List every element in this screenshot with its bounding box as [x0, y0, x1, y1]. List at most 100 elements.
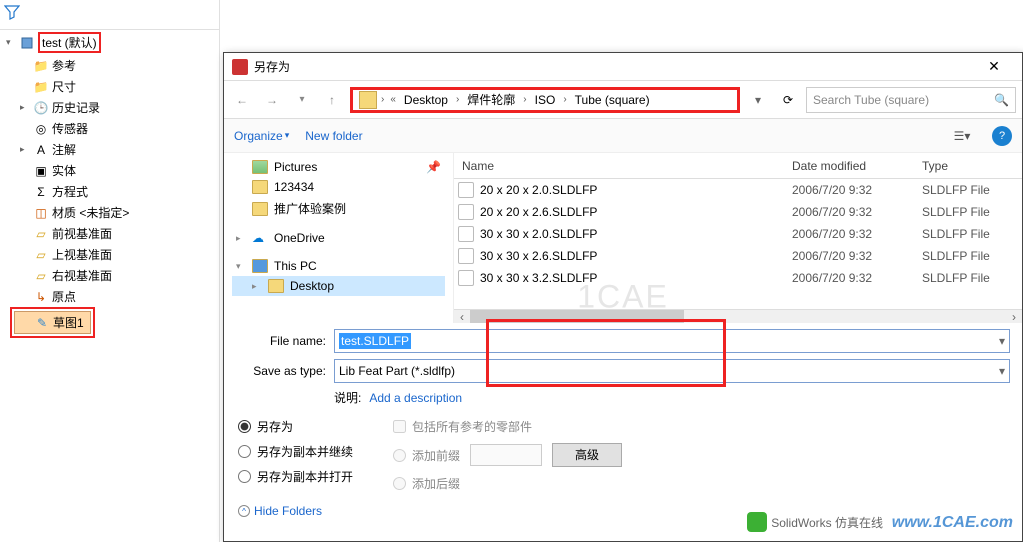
file-row[interactable]: 30 x 30 x 2.6.SLDLFP2006/7/20 9:32SLDLFP… — [454, 245, 1022, 267]
view-options-button[interactable]: ☰▾ — [948, 124, 976, 148]
file-name-input[interactable]: test.SLDLFP ▾ — [334, 329, 1010, 353]
folder-icon — [359, 91, 377, 109]
tree-item[interactable]: ▸A注解 — [14, 139, 219, 160]
tree-item[interactable]: ◎传感器 — [14, 118, 219, 139]
plane-icon: ▱ — [34, 248, 48, 262]
new-folder-button[interactable]: New folder — [305, 129, 362, 143]
nav-item[interactable]: ▸☁OneDrive — [232, 228, 445, 248]
collapse-icon[interactable]: ▾ — [236, 261, 246, 272]
dropdown-icon[interactable]: ▾ — [999, 334, 1005, 348]
tree-item[interactable]: ↳原点 — [14, 286, 219, 307]
nav-item[interactable]: 123434 — [232, 177, 445, 197]
dialog-toolbar: Organize ▾ New folder ☰▾ ? — [224, 119, 1022, 153]
organize-button[interactable]: Organize ▾ — [234, 129, 289, 143]
scroll-thumb[interactable] — [470, 310, 684, 323]
pin-icon: 📌 — [426, 160, 441, 174]
expand-icon[interactable]: ▸ — [20, 144, 30, 155]
radio-save-as[interactable]: 另存为 — [238, 418, 353, 435]
tree-item[interactable]: ▸🕒历史记录 — [14, 97, 219, 118]
annotation-icon: A — [34, 143, 48, 157]
file-row[interactable]: 20 x 20 x 2.6.SLDLFP2006/7/20 9:32SLDLFP… — [454, 201, 1022, 223]
radio-add-prefix[interactable]: 添加前缀 — [393, 447, 460, 464]
file-icon — [458, 182, 474, 198]
file-icon — [458, 248, 474, 264]
folder-icon: 📁 — [34, 80, 48, 94]
breadcrumb-bar[interactable]: › « Desktop › 焊件轮廓 › ISO › Tube (square) — [350, 87, 740, 113]
breadcrumb-item[interactable]: Desktop — [400, 91, 452, 109]
up-button[interactable]: ↑ — [320, 88, 344, 112]
tree-item[interactable]: ▱前视基准面 — [14, 223, 219, 244]
tree-item[interactable]: Σ方程式 — [14, 181, 219, 202]
nav-item[interactable]: Pictures📌 — [232, 157, 445, 177]
back-button[interactable]: ← — [230, 88, 254, 112]
file-row[interactable]: 20 x 20 x 2.0.SLDLFP2006/7/20 9:32SLDLFP… — [454, 179, 1022, 201]
page-watermark-2: SolidWorks 仿真在线 — [747, 512, 883, 532]
tree-item[interactable]: ▱上视基准面 — [14, 244, 219, 265]
close-button[interactable]: ✕ — [974, 58, 1014, 75]
chevron-up-icon: ^ — [238, 505, 250, 517]
column-date[interactable]: Date modified — [792, 159, 922, 173]
search-input[interactable]: Search Tube (square) 🔍 — [806, 87, 1016, 113]
sensor-icon: ◎ — [34, 122, 48, 136]
pictures-icon — [252, 160, 268, 174]
feature-tree-panel: ▾ test (默认) 📁参考 📁尺寸 ▸🕒历史记录 ◎传感器 ▸A注解 ▣实体… — [0, 0, 220, 542]
breadcrumb-item[interactable]: ISO — [531, 91, 560, 109]
help-button[interactable]: ? — [992, 126, 1012, 146]
column-name[interactable]: Name — [454, 159, 792, 173]
expand-icon[interactable]: ▸ — [252, 281, 262, 292]
tree-item-sketch[interactable]: ✎草图1 — [14, 311, 91, 334]
advanced-button[interactable]: 高级 — [552, 443, 622, 467]
app-icon — [232, 59, 248, 75]
refresh-button[interactable]: ⟳ — [776, 93, 800, 107]
dropdown-icon[interactable]: ▾ — [999, 364, 1005, 378]
tree-item[interactable]: ▱右视基准面 — [14, 265, 219, 286]
radio-save-copy-open[interactable]: 另存为副本并打开 — [238, 468, 353, 485]
folder-icon: 📁 — [34, 59, 48, 73]
recent-button[interactable]: ▾ — [290, 88, 314, 112]
prefix-input[interactable] — [470, 444, 542, 466]
dialog-form: File name: test.SLDLFP ▾ Save as type: L… — [224, 323, 1022, 412]
breadcrumb-item[interactable]: Tube (square) — [571, 91, 654, 109]
scrollbar[interactable]: ‹ › — [454, 309, 1022, 323]
tree-header — [0, 0, 219, 30]
hide-folders-button[interactable]: ^ Hide Folders — [238, 504, 322, 518]
column-type[interactable]: Type — [922, 159, 1022, 173]
material-icon: ◫ — [34, 206, 48, 220]
tree-item[interactable]: ◫材质 <未指定> — [14, 202, 219, 223]
dialog-body: 1CAE Pictures📌 123434 推广体验案例 ▸☁OneDrive … — [224, 153, 1022, 323]
checkbox-include-refs[interactable]: 包括所有参考的零部件 — [393, 418, 622, 435]
expand-icon[interactable]: ▸ — [236, 233, 246, 244]
tree-root[interactable]: ▾ test (默认) — [0, 30, 219, 55]
scroll-left[interactable]: ‹ — [454, 310, 470, 323]
expand-icon[interactable]: ▸ — [20, 102, 30, 113]
search-icon: 🔍 — [994, 93, 1009, 107]
filter-icon[interactable] — [4, 4, 20, 20]
origin-icon: ↳ — [34, 290, 48, 304]
history-icon: 🕒 — [34, 101, 48, 115]
folder-icon — [252, 202, 268, 216]
tree-item[interactable]: ▣实体 — [14, 160, 219, 181]
breadcrumb-item[interactable]: 焊件轮廓 — [463, 89, 519, 110]
path-dropdown[interactable]: ▾ — [746, 93, 770, 107]
add-description-link[interactable]: Add a description — [369, 391, 462, 405]
nav-item-desktop[interactable]: ▸Desktop — [232, 276, 445, 296]
equation-icon: Σ — [34, 185, 48, 199]
tree-item[interactable]: 📁尺寸 — [14, 76, 219, 97]
sketch-icon: ✎ — [35, 316, 49, 330]
save-type-select[interactable]: Lib Feat Part (*.sldlfp) ▾ — [334, 359, 1010, 383]
scroll-right[interactable]: › — [1006, 310, 1022, 323]
tree-item[interactable]: 📁参考 — [14, 55, 219, 76]
forward-button[interactable]: → — [260, 88, 284, 112]
radio-save-copy-continue[interactable]: 另存为副本并继续 — [238, 443, 353, 460]
plane-icon: ▱ — [34, 227, 48, 241]
file-icon — [458, 204, 474, 220]
file-row[interactable]: 30 x 30 x 3.2.SLDLFP2006/7/20 9:32SLDLFP… — [454, 267, 1022, 289]
file-row[interactable]: 30 x 30 x 2.0.SLDLFP2006/7/20 9:32SLDLFP… — [454, 223, 1022, 245]
radio-add-suffix[interactable]: 添加后缀 — [393, 475, 622, 492]
nav-item[interactable]: 推广体验案例 — [232, 197, 445, 220]
file-list-header: Name Date modified Type — [454, 153, 1022, 179]
file-list[interactable]: 20 x 20 x 2.0.SLDLFP2006/7/20 9:32SLDLFP… — [454, 179, 1022, 309]
nav-item[interactable]: ▾This PC — [232, 256, 445, 276]
nav-pane[interactable]: Pictures📌 123434 推广体验案例 ▸☁OneDrive ▾This… — [224, 153, 454, 323]
collapse-icon[interactable]: ▾ — [6, 37, 16, 48]
